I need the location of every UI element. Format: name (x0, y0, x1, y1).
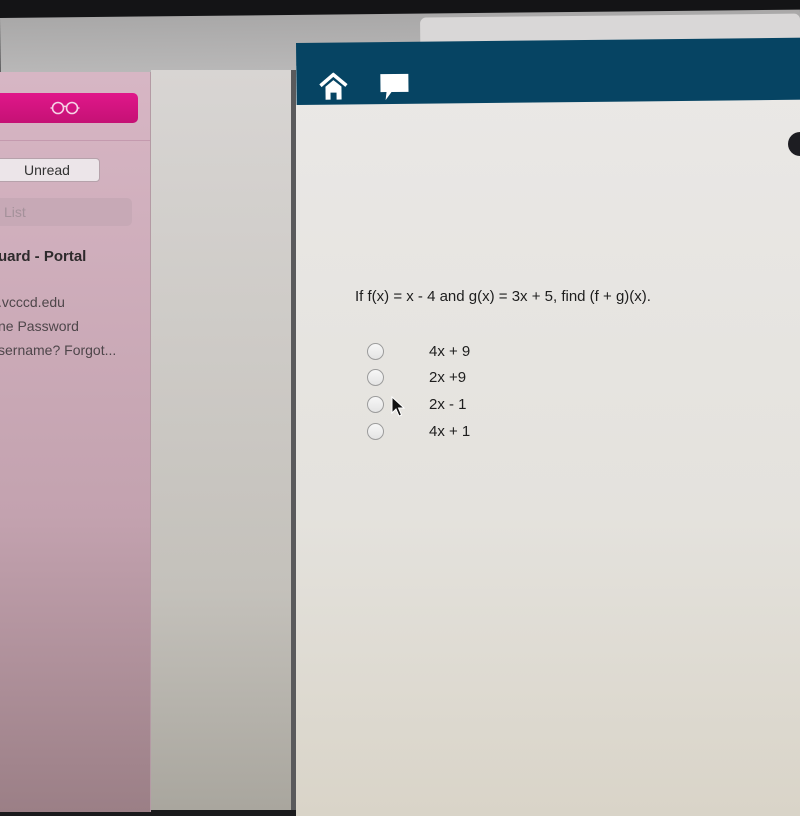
answer-label[interactable]: 4x + 9 (429, 343, 470, 360)
answer-option[interactable]: 4x + 1 (367, 420, 507, 442)
radio-button[interactable] (367, 395, 384, 413)
radio-button[interactable] (367, 422, 384, 440)
reading-list-item-url: .vcccd.edu (0, 294, 65, 310)
quiz-header (296, 37, 800, 105)
quiz-panel: If f(x) = x - 4 and g(x) = 3x + 5, find … (296, 37, 800, 816)
answer-label[interactable]: 2x +9 (429, 369, 466, 386)
reading-list-sidebar: Unread List uard - Portal .vcccd.edu ne … (0, 72, 151, 812)
middle-column (151, 70, 296, 810)
home-icon[interactable] (318, 72, 348, 100)
reading-list-button[interactable] (0, 93, 138, 123)
reading-list-item-line: sername? Forgot... (0, 342, 117, 358)
sidebar-divider (0, 140, 150, 141)
partial-button-edge (788, 132, 800, 156)
answer-label[interactable]: 4x + 1 (429, 423, 470, 440)
reading-list-item-title[interactable]: uard - Portal (0, 248, 86, 265)
mouse-cursor-icon (391, 396, 405, 417)
answer-option[interactable]: 2x - 1 (367, 393, 507, 415)
answer-label[interactable]: 2x - 1 (429, 396, 467, 413)
answer-option[interactable]: 2x +9 (367, 366, 507, 388)
list-search-input[interactable]: List (0, 198, 132, 226)
radio-button[interactable] (367, 368, 384, 386)
glasses-icon (50, 101, 80, 115)
reading-list-item-line: ne Password (0, 318, 79, 334)
radio-button[interactable] (367, 342, 384, 360)
chat-icon[interactable] (378, 72, 410, 104)
question-text: If f(x) = x - 4 and g(x) = 3x + 5, find … (355, 288, 651, 305)
answer-option[interactable]: 4x + 9 (367, 340, 507, 362)
unread-filter-button[interactable]: Unread (0, 158, 100, 182)
